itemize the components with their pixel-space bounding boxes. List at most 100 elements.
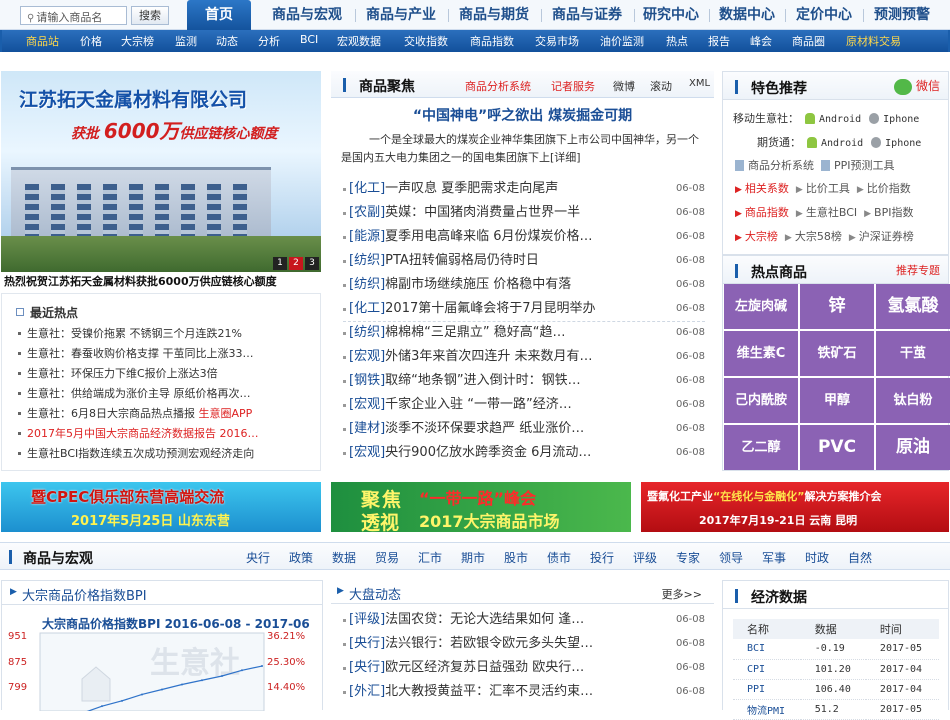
weixin-link[interactable]: 微信	[893, 77, 940, 95]
link-weibo[interactable]: 微博	[613, 78, 635, 94]
news-item[interactable]: [化工]一声叹息 夏季肥需求走向尾声 06-08	[343, 177, 705, 201]
product-tile[interactable]: 锌	[800, 284, 874, 329]
news-item[interactable]: [评级]法国农贷：无论大选结果如何 逢… 06-08	[343, 608, 705, 632]
product-tile[interactable]: 己内酰胺	[724, 378, 798, 423]
news-title[interactable]: 欧元区经济复苏日益强劲 欧央行…	[385, 660, 584, 675]
news-item[interactable]: [宏观]央行900亿放水跨季资金 6月流动… 06-08	[343, 441, 705, 465]
link-correlation[interactable]: 相关系数	[745, 182, 789, 195]
news-tag[interactable]: [央行]	[349, 660, 385, 675]
link-rank58[interactable]: 大宗58榜	[795, 230, 842, 243]
link-bci[interactable]: 生意社BCI	[806, 206, 857, 219]
nav-industry[interactable]: 商品与产业	[361, 0, 441, 30]
nav-pricing[interactable]: 定价中心	[792, 0, 856, 30]
subnav-item[interactable]: 原材料交易	[846, 33, 901, 49]
list-item[interactable]: 生意社BCI指数连续五次成功预测宏观经济走向	[18, 444, 258, 464]
link-rank[interactable]: 大宗榜	[745, 230, 778, 243]
product-tile[interactable]: 维生素C	[724, 331, 798, 376]
subnav-item[interactable]: 监测	[175, 33, 197, 49]
product-tile[interactable]: 钛白粉	[876, 378, 950, 423]
news-title[interactable]: 法国农贷：无论大选结果如何 逢…	[385, 612, 584, 627]
news-item[interactable]: [纺织]PTA扭转偏弱格局仍待时日 06-08	[343, 249, 705, 273]
news-item[interactable]: [央行]法兴银行：若欧银令欧元多头失望… 06-08	[343, 632, 705, 656]
news-item[interactable]: [央行]欧元区经济复苏日益强劲 欧央行… 06-08	[343, 656, 705, 680]
news-title[interactable]: 外储3年来首次四连升 未来数月有…	[385, 349, 592, 364]
link-bpi[interactable]: BPI指数	[874, 206, 913, 219]
iphone-link[interactable]: Iphone	[885, 138, 921, 149]
news-item[interactable]: [纺织]棉棉棉“三足鼎立” 稳好高“趋… 06-08	[343, 321, 705, 345]
news-item[interactable]: [能源]夏季用电高峰来临 6月份煤炭价格… 06-08	[343, 225, 705, 249]
news-tag[interactable]: [化工]	[349, 181, 385, 196]
news-title[interactable]: 淡季不淡环保要求趋严 纸业涨价…	[385, 421, 584, 436]
nav-data[interactable]: 数据中心	[715, 0, 779, 30]
app-link[interactable]: 生意圈APP	[199, 407, 253, 420]
topic-link[interactable]: 推荐专题	[896, 262, 940, 278]
link-stock-rank[interactable]: 沪深证券榜	[859, 230, 914, 243]
product-tile[interactable]: 氢氯酸	[876, 284, 950, 329]
macro-link[interactable]: 时政	[805, 549, 829, 566]
news-item[interactable]: [建材]淡季不淡环保要求趋严 纸业涨价… 06-08	[343, 417, 705, 441]
news-tag[interactable]: [化工]	[349, 301, 385, 316]
news-item[interactable]: [宏观]千家企业入驻 “一带一路”经济… 06-08	[343, 393, 705, 417]
macro-link[interactable]: 领导	[719, 549, 743, 566]
news-tag[interactable]: [农副]	[349, 205, 385, 220]
news-item[interactable]: [外汇]北大教授黄益平：汇率不灵活约束… 06-08	[343, 680, 705, 704]
subnav-item[interactable]: 价格	[80, 33, 102, 49]
list-item[interactable]: 生意社：受镍价拖累 不锈钢三个月连跌21%	[18, 324, 258, 344]
list-item[interactable]: 2017年5月中国大宗商品经济数据报告 2016…	[18, 424, 258, 444]
nav-futures[interactable]: 商品与期货	[454, 0, 534, 30]
news-tag[interactable]: [评级]	[349, 612, 385, 627]
carousel-page-1[interactable]: 1	[273, 257, 287, 270]
news-tag[interactable]: [央行]	[349, 636, 385, 651]
nav-macro[interactable]: 商品与宏观	[267, 0, 347, 30]
news-tag[interactable]: [纺织]	[349, 277, 385, 292]
news-title[interactable]: 棉棉棉“三足鼎立” 稳好高“趋…	[385, 325, 565, 340]
news-tag[interactable]: [宏观]	[349, 349, 385, 364]
link-ppi-tool[interactable]: PPI预测工具	[834, 159, 895, 172]
ad-banner-fluorine[interactable]: 暨氟化工产业“在线化与金融化”解决方案推介会 2017年7月19-21日 云南 …	[641, 482, 949, 532]
news-title[interactable]: 取缔“地条钢”进入倒计时：钢铁…	[385, 373, 580, 388]
iphone-link[interactable]: Iphone	[883, 114, 919, 125]
product-tile[interactable]: 原油	[876, 425, 950, 470]
nav-home[interactable]: 首页	[187, 0, 251, 30]
news-item[interactable]: [钢铁]取缔“地条钢”进入倒计时：钢铁… 06-08	[343, 369, 705, 393]
more-link[interactable]: 更多>>	[662, 586, 702, 602]
search-input[interactable]: ⚲ 请输入商品名	[20, 6, 127, 25]
macro-link[interactable]: 军事	[762, 549, 786, 566]
subnav-item[interactable]: 大宗榜	[121, 33, 154, 49]
news-tag[interactable]: [能源]	[349, 229, 385, 244]
subnav-item[interactable]: 交易市场	[535, 33, 579, 49]
link-compare-tool[interactable]: 比价工具	[806, 182, 850, 195]
focus-headline[interactable]: “中国神电”呼之欲出 煤炭掘金可期	[331, 105, 714, 125]
list-item[interactable]: 生意社：6月8日大宗商品热点播报 生意圈APP	[18, 404, 258, 424]
news-title[interactable]: 棉副市场继续施压 价格稳中有落	[385, 277, 571, 292]
macro-link[interactable]: 投行	[590, 549, 614, 566]
news-tag[interactable]: [纺织]	[349, 325, 385, 340]
subnav-item[interactable]: BCI	[300, 33, 318, 46]
news-tag[interactable]: [钢铁]	[349, 373, 385, 388]
product-tile[interactable]: 左旋肉碱	[724, 284, 798, 329]
nav-securities[interactable]: 商品与证券	[547, 0, 627, 30]
ad-banner-cpec[interactable]: 暨CPEC俱乐部东营高端交流 2017年5月25日 山东东营	[1, 482, 321, 532]
subnav-item[interactable]: 报告	[708, 33, 730, 49]
table-row[interactable]: CPI 101.20 2017-04	[733, 659, 939, 680]
news-title[interactable]: 2017第十届氟峰会将于7月昆明举办	[385, 301, 595, 316]
carousel-page-2[interactable]: 2	[289, 257, 303, 270]
news-item[interactable]: [农副]英媒：中国猪肉消费量占世界一半 06-08	[343, 201, 705, 225]
nav-forecast[interactable]: 预测预警	[869, 0, 935, 30]
link-analysis-system[interactable]: 商品分析系统	[465, 78, 531, 94]
carousel-page-3[interactable]: 3	[305, 257, 319, 270]
news-title[interactable]: 一声叹息 夏季肥需求走向尾声	[385, 181, 558, 196]
table-row[interactable]: BCI -0.19 2017-05	[733, 639, 939, 660]
link-analysis-system[interactable]: 商品分析系统	[748, 159, 814, 172]
news-tag[interactable]: [建材]	[349, 421, 385, 436]
ad-banner-belt-road[interactable]: 聚焦 透视 “一带一路”峰会 2017大宗商品市场	[331, 482, 631, 532]
subnav-item[interactable]: 宏观数据	[337, 33, 381, 49]
link-xml[interactable]: XML	[689, 78, 710, 89]
news-title[interactable]: 北大教授黄益平：汇率不灵活约束…	[385, 684, 593, 699]
list-item[interactable]: 生意社：环保压力下维C报价上涨达3倍	[18, 364, 258, 384]
table-row[interactable]: PPI 106.40 2017-04	[733, 679, 939, 700]
macro-link[interactable]: 评级	[633, 549, 657, 566]
link-reporter-service[interactable]: 记者服务	[551, 78, 595, 94]
table-row[interactable]: 物流PMI 51.2 2017-05	[733, 699, 939, 720]
subnav-item[interactable]: 动态	[216, 33, 238, 49]
